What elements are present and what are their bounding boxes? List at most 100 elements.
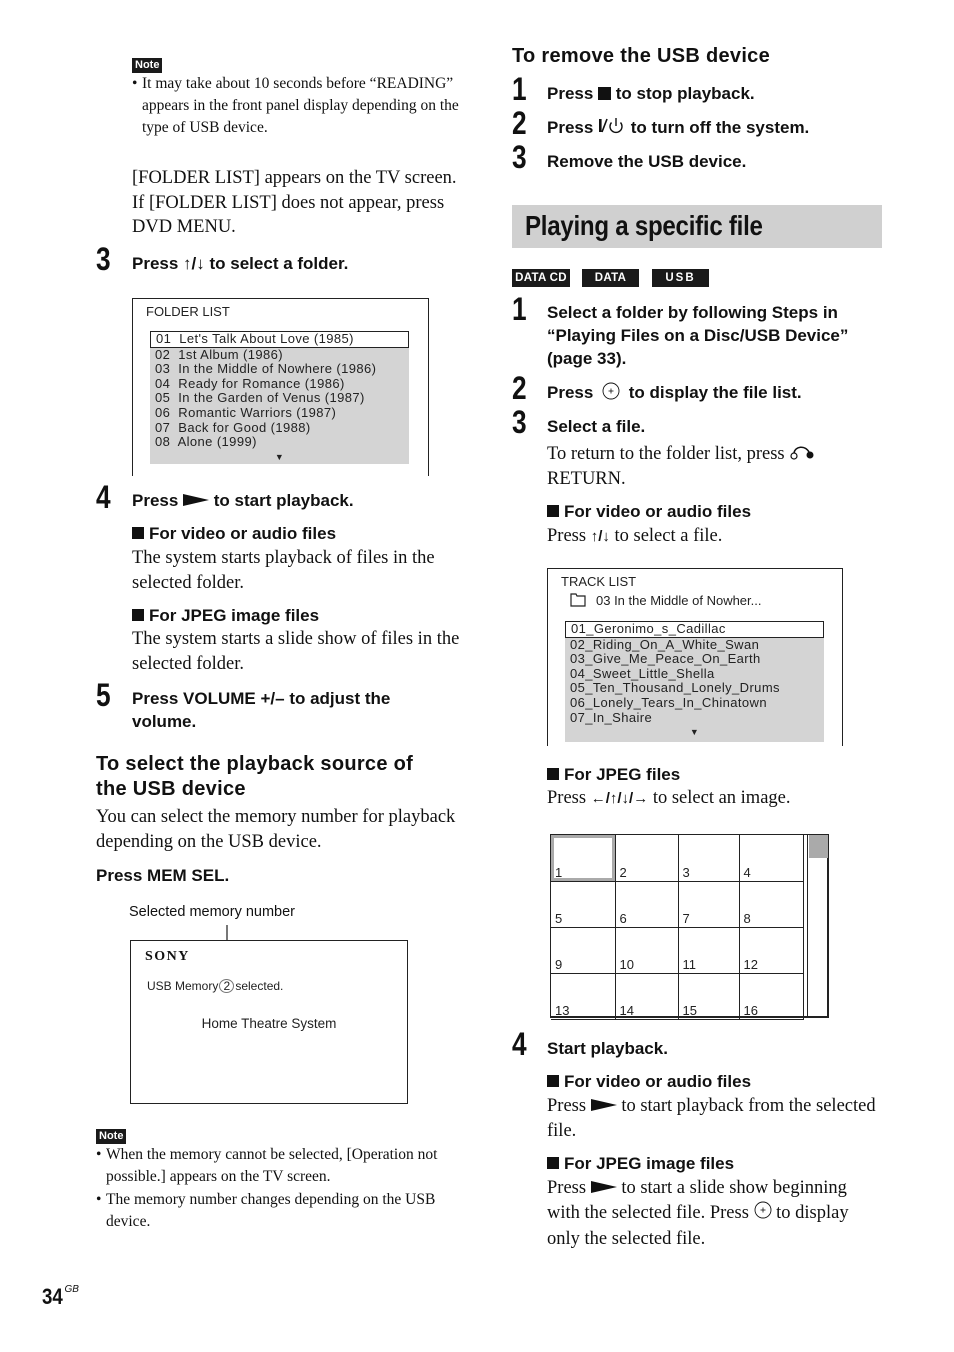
play-icon	[183, 490, 210, 513]
step-3-text: Press ↑/↓ to select a folder.	[132, 254, 349, 273]
track-list-screen: TRACK LIST 03 In the Middle of Nowher...…	[547, 568, 843, 746]
thumbnail[interactable]: 13	[551, 972, 616, 1020]
remove-step-1: Press to stop playback.	[547, 84, 755, 103]
square-bullet-icon	[547, 768, 559, 780]
badge-usb: USB	[652, 269, 709, 287]
play-icon	[590, 1177, 617, 1202]
thumbnail[interactable]: 12	[738, 926, 804, 974]
up-down-arrow-icon: ↑/↓	[590, 528, 610, 545]
up-down-arrow-icon: ↑/↓	[183, 254, 205, 273]
step-number: 3	[512, 404, 527, 440]
enter-button-icon	[602, 382, 620, 406]
scrollbar-thumb[interactable]	[809, 835, 828, 858]
scroll-down-indicator-icon[interactable]: ▼	[565, 725, 824, 739]
folder-item[interactable]: 08 Alone (1999)	[150, 435, 409, 450]
video-audio-description: The system starts playback of files in t…	[132, 548, 435, 593]
thumbnail[interactable]: 8	[738, 880, 804, 928]
select-source-description: You can select the memory number for pla…	[96, 807, 456, 852]
thumbnail[interactable]: 7	[677, 880, 740, 928]
memory-message: USB Memory 2 selected.	[147, 979, 284, 993]
folder-item-selected[interactable]: 01 Let's Talk About Love (1985)	[150, 331, 409, 348]
thumbnail[interactable]: 15	[677, 972, 740, 1020]
badge-data-dvd: DATA DVD	[582, 269, 639, 302]
track-item[interactable]: 05_Ten_Thousand_Lonely_Drums	[565, 681, 824, 696]
folder-item[interactable]: 05 In the Garden of Venus (1987)	[150, 391, 409, 406]
square-bullet-icon	[547, 505, 559, 517]
play-icon	[590, 1095, 617, 1120]
folder-item[interactable]: 02 1st Album (1986)	[150, 347, 409, 363]
thumbnail[interactable]: 10	[614, 926, 679, 974]
section-banner: Playing a specific file	[512, 205, 882, 248]
return-instruction: To return to the folder list, press RETU…	[547, 442, 815, 492]
file-step-1: Select a folder by following Steps in “P…	[547, 303, 849, 368]
note-list: • When the memory cannot be selected, [O…	[96, 1144, 471, 1233]
note-item: • When the memory cannot be selected, [O…	[96, 1146, 438, 1185]
file-step-4: Start playback.	[547, 1039, 668, 1058]
memory-number-highlight: 2	[219, 979, 235, 993]
track-item[interactable]: 02_Riding_On_A_White_Swan	[565, 637, 824, 653]
subheading-video-audio: For video or audio files	[547, 1071, 751, 1093]
square-bullet-icon	[132, 527, 144, 539]
system-name: Home Theatre System	[201, 1016, 337, 1031]
track-item-selected[interactable]: 01_Geronimo_s_Cadillac	[565, 621, 824, 638]
square-bullet-icon	[547, 1075, 559, 1087]
thumbnail-selected[interactable]: 1	[551, 835, 616, 882]
step-number: 1	[512, 71, 527, 107]
thumbnail[interactable]: 6	[614, 880, 679, 928]
stop-icon	[598, 87, 612, 100]
square-bullet-icon	[547, 1157, 559, 1169]
remove-step-3: Remove the USB device.	[547, 152, 747, 171]
track-item[interactable]: 06_Lonely_Tears_In_Chinatown	[565, 695, 824, 711]
file-step-3: Select a file.	[547, 417, 646, 436]
tv-screen: SONY USB Memory 2 selected. Home Theatre S…	[130, 940, 408, 1104]
arrow-keys-icon: ←/↑/↓/→	[590, 790, 649, 807]
folder-item[interactable]: 07 Back for Good (1988)	[150, 420, 409, 436]
step-number: 2	[512, 105, 527, 141]
folder-list-intro: [FOLDER LIST] appears on the TV screen. …	[132, 168, 457, 237]
section-heading-remove-usb: To remove the USB device	[512, 45, 771, 67]
step-5-text: Press VOLUME +/– to adjust the volume.	[132, 689, 391, 731]
mem-sel-instruction: Press MEM SEL.	[96, 866, 230, 885]
step-number: 4	[512, 1026, 527, 1062]
folder-item[interactable]: 06 Romantic Warriors (1987)	[150, 405, 409, 421]
thumbnail[interactable]: 4	[738, 835, 804, 882]
square-bullet-icon	[132, 609, 144, 621]
sony-logo: SONY	[145, 949, 190, 964]
track-item[interactable]: 04_Sweet_Little_Shella	[565, 666, 824, 682]
return-icon	[789, 443, 815, 468]
thumbnail[interactable]: 5	[551, 880, 616, 928]
note-item: • It may take about 10 seconds before “R…	[132, 75, 459, 136]
scroll-down-indicator-icon[interactable]: ▼	[150, 450, 409, 464]
jpeg-playback-description: Press to start a slide show beginning wi…	[547, 1177, 849, 1249]
track-item[interactable]: 07_In_Shaire	[565, 710, 824, 726]
thumbnail[interactable]: 14	[614, 972, 679, 1020]
thumbnail[interactable]: 11	[677, 926, 740, 974]
folder-list-screen: FOLDER LIST 01 Let's Talk About Love (19…	[132, 298, 429, 476]
select-file-instruction: Press ↑/↓ to select a file.	[547, 526, 723, 546]
remove-step-2: Press to turn off the system.	[547, 116, 809, 141]
track-item[interactable]: 03_Give_Me_Peace_On_Earth	[565, 652, 824, 667]
folder-item[interactable]: 03 In the Middle of Nowhere (1986)	[150, 362, 409, 377]
thumbnail[interactable]: 16	[738, 972, 804, 1020]
folder-item[interactable]: 04 Ready for Romance (1986)	[150, 376, 409, 392]
folder-list: 01 Let's Talk About Love (1985) 02 1st Al…	[150, 331, 409, 464]
badge-data-cd: DATA CD	[512, 269, 570, 287]
thumbnail[interactable]: 2	[614, 835, 679, 882]
subheading-jpeg: For JPEG image files	[132, 605, 319, 627]
step-4-text: Press to start playback.	[132, 489, 354, 513]
note-tag: Note	[132, 55, 163, 73]
step-number: 5	[96, 677, 111, 713]
folder-icon	[570, 593, 586, 610]
track-list-title: TRACK LIST	[561, 574, 637, 589]
subheading-jpeg: For JPEG image files	[547, 1153, 734, 1175]
banner-title: Playing a specific file	[525, 210, 763, 241]
file-step-2: Press to display the file list.	[547, 381, 802, 406]
thumbnail[interactable]: 9	[551, 926, 616, 974]
subheading-jpeg: For JPEG files	[547, 764, 680, 786]
step-number: 4	[96, 479, 111, 515]
thumbnail-grid: 1 2 3 4 5 6 7 8 9 10 11 12 13 14 15 16	[550, 834, 829, 1020]
thumbnail[interactable]: 3	[677, 835, 740, 882]
subheading-video-audio: For video or audio files	[547, 501, 751, 523]
step-number: 2	[512, 370, 527, 406]
current-folder: 03 In the Middle of Nowher...	[570, 593, 761, 610]
